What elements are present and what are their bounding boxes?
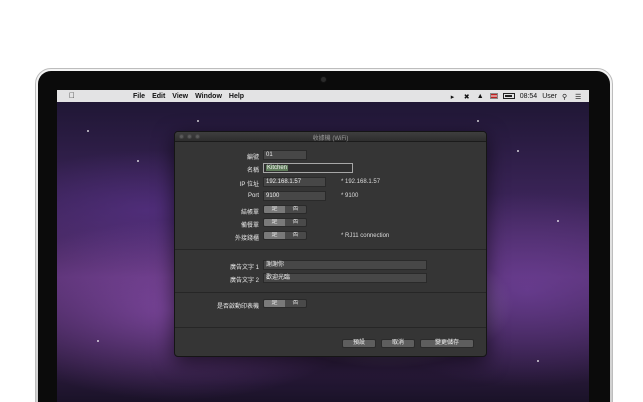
star bbox=[197, 120, 199, 122]
name-field[interactable]: Kitchen bbox=[263, 163, 353, 173]
drawer-no[interactable]: 否 bbox=[285, 232, 306, 239]
divider bbox=[175, 249, 486, 250]
checkout-yes[interactable]: 是 bbox=[264, 206, 285, 213]
ad2-field[interactable]: 歡迎光臨 bbox=[263, 273, 427, 283]
menu-help[interactable]: Help bbox=[229, 93, 244, 100]
printer-settings-window: 收據機 (WiFi) 編號 01 名稱 Kitchen IP 位址 192.16… bbox=[174, 131, 487, 357]
menu-file[interactable]: File bbox=[133, 93, 145, 100]
menu-edit[interactable]: Edit bbox=[152, 93, 165, 100]
star bbox=[137, 160, 139, 162]
ad2-label: 廣告文字 2 bbox=[229, 278, 259, 284]
number-label: 編號 bbox=[246, 155, 259, 161]
ip-note: * 192.168.1.57 bbox=[341, 179, 381, 185]
battery-icon[interactable] bbox=[502, 93, 515, 99]
search-icon[interactable]: ⚲ bbox=[562, 93, 570, 101]
desktop-screen:  File Edit View Window Help ▸ ✖ ▲ 08:54… bbox=[57, 90, 589, 402]
drawer-row: 外接錢櫃 是 否 * RJ11 connection bbox=[175, 231, 486, 242]
drawer-note: * RJ11 connection bbox=[341, 233, 390, 239]
ip-field[interactable]: 192.168.1.57 bbox=[263, 177, 326, 187]
name-value: Kitchen bbox=[266, 165, 289, 171]
star bbox=[537, 360, 539, 362]
prep-yes[interactable]: 是 bbox=[264, 219, 285, 226]
wifi-icon[interactable]: ▲ bbox=[477, 93, 485, 100]
save-button[interactable]: 變更儲存 bbox=[420, 339, 474, 348]
star bbox=[87, 130, 89, 132]
divider bbox=[175, 292, 486, 293]
ip-row: IP 位址 192.168.1.57 * 192.168.1.57 bbox=[175, 177, 486, 188]
prep-no[interactable]: 否 bbox=[285, 219, 306, 226]
drawer-label: 外接錢櫃 bbox=[234, 236, 259, 242]
apple-logo-icon[interactable]:  bbox=[69, 92, 76, 100]
auto-print-yes[interactable]: 是 bbox=[264, 300, 285, 307]
star bbox=[97, 340, 99, 342]
ad2-row: 廣告文字 2 歡迎光臨 bbox=[175, 273, 486, 284]
port-row: Port 9100 * 9100 bbox=[175, 191, 486, 202]
port-note: * 9100 bbox=[341, 193, 359, 199]
menu-window[interactable]: Window bbox=[195, 93, 222, 100]
ad1-field[interactable]: 謝謝你 bbox=[263, 260, 427, 270]
checkout-row: 結帳單 是 否 bbox=[175, 205, 486, 216]
ad1-label: 廣告文字 1 bbox=[229, 265, 259, 271]
menu-bar:  File Edit View Window Help ▸ ✖ ▲ 08:54… bbox=[57, 90, 589, 102]
divider bbox=[175, 327, 486, 328]
prep-row: 備餐單 是 否 bbox=[175, 218, 486, 229]
port-field[interactable]: 9100 bbox=[263, 191, 326, 201]
star bbox=[517, 150, 519, 152]
checkout-toggle[interactable]: 是 否 bbox=[263, 205, 307, 214]
ad1-row: 廣告文字 1 謝謝你 bbox=[175, 260, 486, 271]
input-flag-icon[interactable] bbox=[489, 93, 498, 99]
list-icon[interactable]: ☰ bbox=[575, 93, 583, 101]
star bbox=[477, 120, 479, 122]
drawer-toggle[interactable]: 是 否 bbox=[263, 231, 307, 240]
star bbox=[557, 220, 559, 222]
auto-print-no[interactable]: 否 bbox=[285, 300, 306, 307]
clock[interactable]: 08:54 bbox=[520, 93, 538, 100]
name-row: 名稱 Kitchen bbox=[175, 163, 486, 174]
menu-view[interactable]: View bbox=[172, 93, 188, 100]
title-bar: 收據機 (WiFi) bbox=[175, 132, 486, 142]
ip-label: IP 位址 bbox=[239, 182, 259, 188]
default-button[interactable]: 預設 bbox=[342, 339, 376, 348]
auto-print-row: 是否啟動印表機 是 否 bbox=[175, 299, 486, 310]
drawer-yes[interactable]: 是 bbox=[264, 232, 285, 239]
number-row: 編號 01 bbox=[175, 150, 486, 161]
prep-toggle[interactable]: 是 否 bbox=[263, 218, 307, 227]
volume-icon[interactable]: ▸ bbox=[451, 93, 459, 101]
auto-print-label: 是否啟動印表機 bbox=[216, 304, 259, 310]
prep-label: 備餐單 bbox=[240, 223, 259, 229]
user-menu[interactable]: User bbox=[542, 93, 557, 100]
bluetooth-icon[interactable]: ✖ bbox=[464, 93, 472, 101]
window-title: 收據機 (WiFi) bbox=[312, 136, 349, 142]
button-row: 預設 取消 變更儲存 bbox=[175, 339, 486, 350]
name-label: 名稱 bbox=[246, 168, 259, 174]
port-label: Port bbox=[247, 193, 259, 199]
cancel-button[interactable]: 取消 bbox=[381, 339, 415, 348]
camera-icon bbox=[321, 77, 326, 82]
number-field[interactable]: 01 bbox=[263, 150, 307, 160]
checkout-no[interactable]: 否 bbox=[285, 206, 306, 213]
status-area: ▸ ✖ ▲ 08:54 User ⚲ ☰ bbox=[451, 90, 583, 102]
auto-print-toggle[interactable]: 是 否 bbox=[263, 299, 307, 308]
checkout-label: 結帳單 bbox=[240, 210, 259, 216]
